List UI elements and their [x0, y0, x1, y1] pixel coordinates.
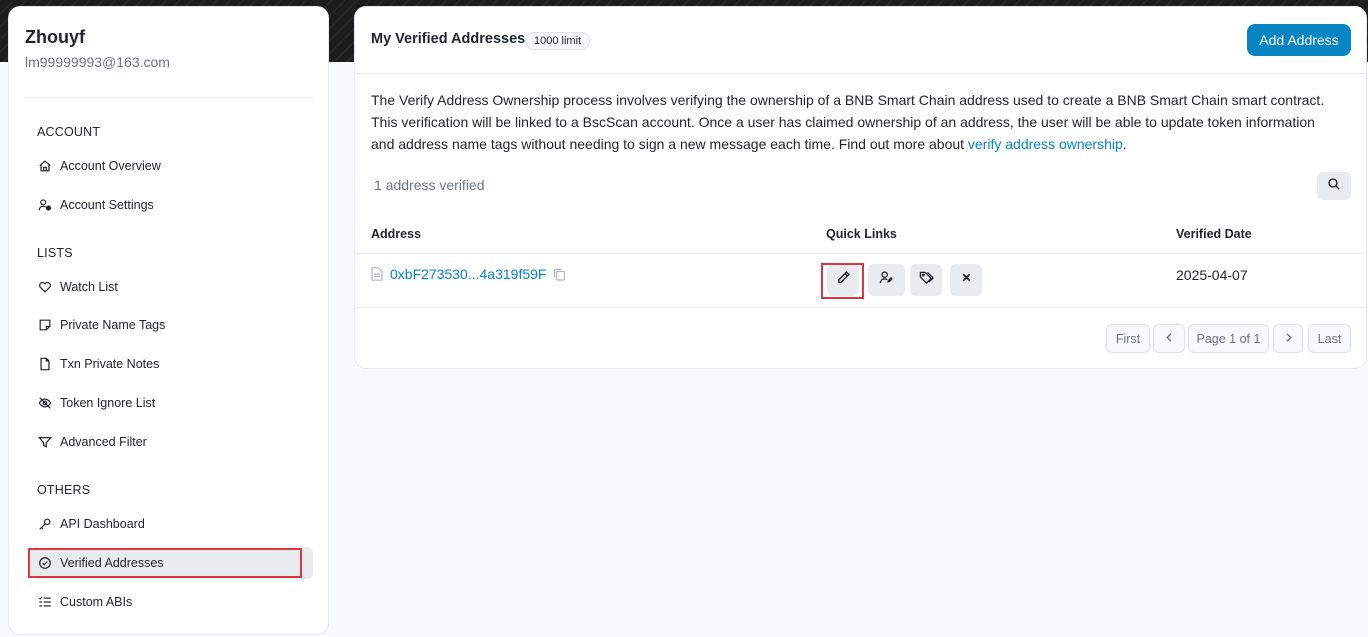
user-email: lm99999993@163.com [25, 54, 170, 70]
sidebar-item-label: Account Overview [60, 159, 161, 173]
sidebar-item-api-dashboard[interactable]: API Dashboard [29, 508, 313, 540]
sidebar-item-token-ignore-list[interactable]: Token Ignore List [29, 387, 313, 419]
pagination-first-button[interactable]: First [1106, 324, 1150, 353]
description: The Verify Address Ownership process inv… [371, 89, 1341, 155]
name-tag-button[interactable] [910, 264, 942, 296]
copy-icon[interactable] [553, 268, 566, 281]
address-cell: 0xbF273530...4a319f59F [371, 266, 566, 282]
edit-icon [836, 270, 851, 290]
sidebar-item-label: Private Name Tags [60, 318, 166, 332]
eye-slash-icon [37, 395, 53, 411]
verified-date: 2025-04-07 [1176, 267, 1248, 283]
user-edit-icon [879, 270, 894, 290]
section-heading-account: ACCOUNT [37, 125, 101, 139]
user-name: Zhouyf [25, 27, 85, 47]
sidebar-item-label: Custom ABIs [60, 595, 133, 609]
heart-icon [37, 279, 53, 295]
sidebar-item-label: Txn Private Notes [60, 357, 160, 371]
pagination-next-button[interactable] [1273, 324, 1303, 353]
section-heading-others: OTHERS [37, 483, 91, 497]
add-address-button[interactable]: Add Address [1247, 24, 1351, 56]
home-icon [37, 158, 53, 174]
sidebar-item-advanced-filter[interactable]: Advanced Filter [29, 426, 313, 458]
tag-icon [919, 270, 934, 290]
sidebar-item-label: Token Ignore List [60, 396, 156, 410]
row-divider [355, 307, 1366, 308]
sidebar-item-label: API Dashboard [60, 517, 145, 531]
sidebar-item-label: Watch List [60, 280, 118, 294]
search-icon [1327, 177, 1341, 196]
sidebar-item-label: Account Settings [60, 198, 154, 212]
description-text: The Verify Address Ownership process inv… [371, 92, 1325, 152]
column-header-address: Address [371, 227, 422, 241]
contract-file-icon [371, 267, 383, 281]
section-heading-lists: LISTS [37, 246, 73, 260]
sidebar-item-watch-list[interactable]: Watch List [29, 271, 313, 303]
verified-count: 1 address verified [374, 177, 485, 193]
card-divider [355, 73, 1366, 74]
edit-user-button[interactable] [868, 264, 905, 296]
column-header-quick-links: Quick Links [826, 227, 897, 241]
sidebar-item-account-overview[interactable]: Account Overview [29, 150, 313, 182]
sidebar-item-txn-private-notes[interactable]: Txn Private Notes [29, 348, 313, 380]
sidebar-item-label: Verified Addresses [60, 556, 164, 570]
chevron-right-icon [1283, 332, 1294, 346]
limit-badge: 1000 limit [525, 32, 591, 50]
description-end: . [1122, 136, 1127, 152]
remove-button[interactable] [950, 264, 982, 296]
search-button[interactable] [1317, 172, 1351, 200]
page-title: My Verified Addresses [371, 31, 526, 47]
chevron-left-icon [1164, 332, 1175, 346]
sidebar-item-account-settings[interactable]: Account Settings [29, 189, 313, 221]
sidebar-item-custom-abis[interactable]: Custom ABIs [29, 586, 313, 618]
key-icon [37, 516, 53, 532]
user-settings-icon [37, 197, 53, 213]
file-icon [37, 356, 53, 372]
edit-button[interactable] [827, 264, 859, 296]
close-icon [959, 270, 974, 290]
account-sidebar: Zhouyf lm99999993@163.com ACCOUNT Accoun… [8, 6, 329, 635]
table-header-divider [355, 253, 1366, 254]
sidebar-item-label: Advanced Filter [60, 435, 147, 449]
sidebar-item-private-name-tags[interactable]: Private Name Tags [29, 309, 313, 341]
filter-icon [37, 434, 53, 450]
sticky-note-icon [37, 317, 53, 333]
verified-addresses-card: My Verified Addresses 1000 limit Add Add… [354, 6, 1367, 369]
address-link[interactable]: 0xbF273530...4a319f59F [390, 266, 546, 282]
column-header-verified-date: Verified Date [1176, 227, 1252, 241]
list-check-icon [37, 594, 53, 610]
pagination-prev-button[interactable] [1153, 324, 1185, 353]
sidebar-divider [25, 97, 313, 98]
pagination-page-info: Page 1 of 1 [1188, 324, 1269, 353]
verify-ownership-link[interactable]: verify address ownership [968, 136, 1123, 152]
check-circle-icon [37, 555, 53, 571]
pagination-last-button[interactable]: Last [1308, 324, 1351, 353]
sidebar-item-verified-addresses[interactable]: Verified Addresses [29, 547, 313, 579]
